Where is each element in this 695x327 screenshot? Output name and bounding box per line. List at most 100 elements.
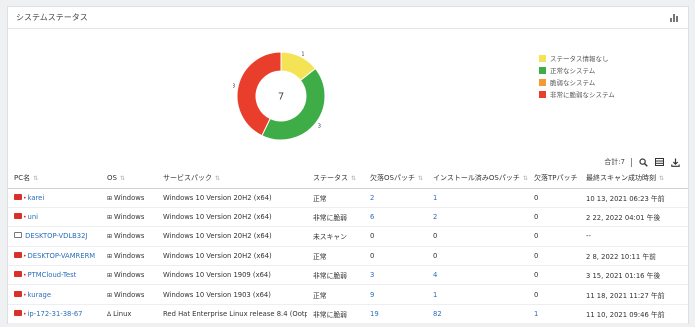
status-cell: 非常に脆弱 xyxy=(307,207,364,228)
column-header-0[interactable]: PC名 ⇅ xyxy=(8,169,101,189)
windows-icon: ⊞ xyxy=(107,233,113,241)
sort-icon[interactable]: ⇅ xyxy=(659,175,664,182)
missing-tp-patches-cell: 0 xyxy=(528,188,580,208)
pc-name-link[interactable]: ip-172-31-38-67 xyxy=(28,310,83,318)
installed-os-patches-cell: 0 xyxy=(427,246,528,267)
alert-dot-icon: • xyxy=(23,272,27,280)
column-header-label: OS xyxy=(107,174,117,183)
os-label: Windows xyxy=(114,251,145,260)
pc-name-link[interactable]: DESKTOP-VAMRERM xyxy=(28,252,96,260)
windows-icon: ⊞ xyxy=(107,214,113,222)
pc-name-cell: DESKTOP-VDLB32J xyxy=(8,226,101,247)
column-header-5[interactable]: インストール済みOSパッチ ⇅ xyxy=(427,169,528,189)
sort-icon[interactable]: ⇅ xyxy=(120,175,125,182)
table-row[interactable]: •PTMCloud-Test ⊞ Windows Windows 10 Version… xyxy=(8,265,688,286)
pc-name-cell: •PTMCloud-Test xyxy=(8,265,101,286)
sort-icon[interactable]: ⇅ xyxy=(418,175,423,182)
pc-name-cell: •ip-172-31-38-67 xyxy=(8,304,101,325)
sort-icon[interactable]: ⇅ xyxy=(523,175,528,182)
sort-icon[interactable]: ⇅ xyxy=(351,175,356,182)
computer-icon xyxy=(14,290,22,297)
legend-swatch xyxy=(539,54,546,62)
os-label: Windows xyxy=(114,271,145,280)
installed-os-patches-cell[interactable]: 82 xyxy=(427,304,528,325)
column-header-2[interactable]: サービスパック ⇅ xyxy=(157,169,307,189)
status-cell: 未スキャン xyxy=(307,226,364,247)
column-header-3[interactable]: ステータス ⇅ xyxy=(307,169,364,189)
linux-icon: Δ xyxy=(107,311,112,319)
installed-os-patches-cell[interactable]: 2 xyxy=(427,207,528,228)
legend-item-2[interactable]: 脆弱なシステム xyxy=(539,76,615,88)
donut-slice-label-0: 1 xyxy=(301,52,304,58)
missing-os-patches-cell[interactable]: 19 xyxy=(364,304,427,325)
last-scan-cell: 2 8, 2022 10:11 午前 xyxy=(580,246,688,267)
legend-label: 脆弱なシステム xyxy=(550,79,596,87)
table-row[interactable]: •ip-172-31-38-67 Δ Linux Red Hat Enterprise… xyxy=(8,304,688,325)
columns-icon[interactable] xyxy=(654,157,664,167)
donut-slice-1[interactable] xyxy=(261,67,326,141)
status-cell: 正常 xyxy=(307,284,364,305)
status-cell: 非常に脆弱 xyxy=(307,304,364,325)
last-scan-cell: 2 22, 2022 04:01 午後 xyxy=(580,207,688,228)
os-cell: Δ Linux xyxy=(101,304,157,325)
alert-dot-icon: • xyxy=(23,311,27,319)
installed-os-patches-cell[interactable]: 1 xyxy=(427,284,528,305)
download-icon[interactable] xyxy=(670,157,680,167)
windows-icon: ⊞ xyxy=(107,252,113,260)
column-header-7[interactable]: 最終スキャン成功時刻 ⇅ xyxy=(580,169,688,189)
pc-name-link[interactable]: PTMCloud-Test xyxy=(28,271,77,279)
table-row[interactable]: •kurage ⊞ Windows Windows 10 Version 1903 (… xyxy=(8,284,688,305)
missing-os-patches-cell: 0 xyxy=(364,246,427,267)
pc-name-link[interactable]: karei xyxy=(28,194,45,202)
systems-table: PC名 ⇅ OS ⇅ サービスパック ⇅ ステータス ⇅ 欠落OSパッチ ⇅ インストール済みOSパ… xyxy=(8,169,688,325)
installed-os-patches-cell[interactable]: 1 xyxy=(427,188,528,208)
status-cell: 正常 xyxy=(307,188,364,208)
service-pack-cell: Windows 10 Version 1909 (x64) xyxy=(157,265,307,286)
last-scan-cell: -- xyxy=(580,226,688,247)
table-row[interactable]: •uni ⊞ Windows Windows 10 Version 20H2 (x64… xyxy=(8,207,688,228)
missing-tp-patches-cell: 0 xyxy=(528,284,580,305)
os-cell: ⊞ Windows xyxy=(101,265,157,286)
legend-item-3[interactable]: 非常に脆弱なシステム xyxy=(539,88,615,100)
column-header-6[interactable]: 欠落TPパッチ⇅ xyxy=(528,169,580,189)
service-pack-cell: Windows 10 Version 20H2 (x64) xyxy=(157,207,307,228)
missing-tp-patches-cell: 0 xyxy=(528,226,580,247)
column-header-label: PC名 xyxy=(14,174,31,183)
os-cell: ⊞ Windows xyxy=(101,226,157,247)
sort-icon[interactable]: ⇅ xyxy=(215,175,220,182)
table-toolbar: 合計:7 xyxy=(604,157,680,167)
missing-os-patches-cell[interactable]: 6 xyxy=(364,207,427,228)
missing-tp-patches-cell[interactable]: 1 xyxy=(528,304,580,325)
pc-name-cell: •DESKTOP-VAMRERM xyxy=(8,246,101,267)
status-cell: 非常に脆弱 xyxy=(307,265,364,286)
pc-name-cell: •uni xyxy=(8,207,101,228)
chart-legend: ステータス情報なし正常なシステム 脆弱なシステム非常に脆弱なシステム xyxy=(539,52,615,100)
pc-name-link[interactable]: DESKTOP-VDLB32J xyxy=(25,232,87,240)
missing-os-patches-cell[interactable]: 3 xyxy=(364,265,427,286)
alert-dot-icon: • xyxy=(23,194,27,202)
table-row[interactable]: DESKTOP-VDLB32J ⊞ Windows Windows 10 Versio… xyxy=(8,226,688,247)
column-header-4[interactable]: 欠落OSパッチ ⇅ xyxy=(364,169,427,189)
legend-item-1[interactable]: 正常なシステム xyxy=(539,64,615,76)
pc-name-link[interactable]: uni xyxy=(28,213,39,221)
table-row[interactable]: •karei ⊞ Windows Windows 10 Version 20H2 (x… xyxy=(8,188,688,208)
column-header-label: サービスパック xyxy=(163,174,212,183)
installed-os-patches-cell: 0 xyxy=(427,226,528,247)
legend-label: 正常なシステム xyxy=(550,67,596,75)
bar-chart-icon[interactable] xyxy=(670,13,680,22)
pc-name-link[interactable]: kurage xyxy=(28,291,52,299)
column-header-1[interactable]: OS ⇅ xyxy=(101,169,157,189)
legend-swatch xyxy=(539,90,546,98)
missing-os-patches-cell[interactable]: 9 xyxy=(364,284,427,305)
missing-os-patches-cell[interactable]: 2 xyxy=(364,188,427,208)
last-scan-cell: 10 13, 2021 06:23 午前 xyxy=(580,188,688,208)
service-pack-cell: Windows 10 Version 20H2 (x64) xyxy=(157,246,307,267)
installed-os-patches-cell[interactable]: 4 xyxy=(427,265,528,286)
table-row[interactable]: •DESKTOP-VAMRERM ⊞ Windows Windows 10 Versi… xyxy=(8,246,688,267)
legend-label: 非常に脆弱なシステム xyxy=(550,91,615,99)
sort-icon[interactable]: ⇅ xyxy=(33,175,38,182)
status-cell: 正常 xyxy=(307,246,364,267)
legend-item-0[interactable]: ステータス情報なし xyxy=(539,52,615,64)
search-icon[interactable] xyxy=(638,157,648,167)
missing-os-patches-cell: 0 xyxy=(364,226,427,247)
